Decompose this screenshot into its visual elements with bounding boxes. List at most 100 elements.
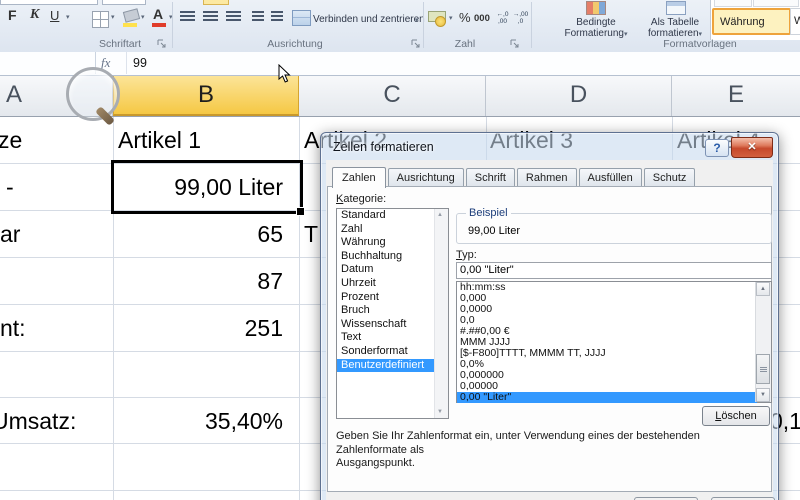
tab-rahmen[interactable]: Rahmen: [516, 168, 577, 187]
tab-zahlen[interactable]: Zahlen: [332, 167, 386, 188]
cell-a-row3[interactable]: ar: [0, 221, 20, 248]
fill-color-icon[interactable]: [122, 8, 141, 23]
cell-style-currency[interactable]: Währung: [712, 8, 791, 35]
align-center-icon[interactable]: [203, 11, 218, 23]
column-header-c[interactable]: C: [299, 75, 486, 116]
merge-center-dropdown-icon[interactable]: ▾: [415, 16, 419, 24]
formula-input[interactable]: 99: [133, 56, 147, 70]
excel-window: F K U ▾ ▾ ▾ A ▾ Schriftart Verbinden und…: [0, 0, 800, 500]
borders-icon[interactable]: [92, 11, 109, 28]
format-item[interactable]: 0,0%: [457, 359, 771, 370]
type-input[interactable]: 0,00 "Liter": [456, 262, 772, 279]
number-format-dropdown-icon[interactable]: ▾: [449, 14, 453, 22]
format-item[interactable]: [$-F800]TTTT, MMMM TT, JJJJ: [457, 348, 771, 359]
gallery-item-partial[interactable]: [753, 0, 799, 7]
alignment-dialog-launcher-icon[interactable]: [411, 39, 421, 49]
decrease-decimal-icon[interactable]: →,00,0: [512, 9, 529, 29]
category-scrollbar[interactable]: ▲ ▼: [434, 209, 448, 418]
tab-ausrichtung[interactable]: Ausrichtung: [387, 168, 464, 187]
italic-button[interactable]: K: [30, 7, 39, 23]
scroll-down-icon[interactable]: ▼: [437, 409, 443, 415]
format-item[interactable]: 0,000000: [457, 370, 771, 381]
scrollbar-thumb[interactable]: [756, 354, 770, 384]
format-as-table-button[interactable]: Als Tabelle formatieren▾: [634, 17, 716, 40]
font-dialog-launcher-icon[interactable]: [157, 39, 167, 49]
format-item[interactable]: 0,0000: [457, 304, 771, 315]
dialog-close-button[interactable]: ✕: [731, 137, 773, 158]
scroll-down-button[interactable]: ▼: [756, 388, 770, 402]
conditional-formatting-icon[interactable]: [586, 1, 606, 15]
decrease-indent-icon[interactable]: [252, 11, 264, 23]
delete-button[interactable]: Löschen: [702, 406, 770, 426]
number-dialog-launcher-icon[interactable]: [510, 39, 520, 49]
merge-center-icon[interactable]: [292, 10, 311, 26]
column-header-d[interactable]: D: [486, 75, 672, 116]
conditional-dropdown-icon: ▾: [623, 31, 628, 38]
category-item[interactable]: Prozent: [337, 291, 448, 305]
fill-color-bar[interactable]: [123, 23, 137, 27]
group-divider: [172, 2, 173, 48]
category-item[interactable]: Buchhaltung: [337, 250, 448, 264]
fill-color-dropdown-icon[interactable]: ▾: [141, 13, 145, 21]
underline-dropdown-icon[interactable]: ▾: [66, 13, 70, 21]
format-scrollbar[interactable]: ▲ ▼: [755, 282, 771, 402]
category-item[interactable]: Bruch: [337, 304, 448, 318]
column-header-b[interactable]: B: [113, 75, 299, 116]
format-item-selected[interactable]: 0,00 "Liter": [457, 392, 757, 403]
ribbon: F K U ▾ ▾ ▾ A ▾ Schriftart Verbinden und…: [0, 0, 800, 53]
dialog-help-button[interactable]: ?: [705, 139, 729, 157]
merge-center-button[interactable]: Verbinden und zentrieren: [313, 14, 425, 25]
scroll-up-button[interactable]: ▲: [756, 282, 770, 296]
cell-style-currency-2[interactable]: Wäh: [790, 8, 800, 35]
category-item-selected[interactable]: Benutzerdefiniert: [337, 358, 448, 373]
increase-indent-icon[interactable]: [271, 11, 283, 23]
cell-b7[interactable]: 35,40%: [113, 408, 291, 435]
as-table-dropdown-icon: ▾: [698, 31, 703, 38]
borders-dropdown-icon[interactable]: ▾: [111, 13, 115, 21]
cell-c3[interactable]: T: [304, 221, 318, 248]
category-item[interactable]: Zahl: [337, 223, 448, 237]
category-item[interactable]: Uhrzeit: [337, 277, 448, 291]
format-item[interactable]: hh:mm:ss: [457, 282, 771, 293]
comma-style-button[interactable]: 000: [474, 13, 490, 24]
tab-schutz[interactable]: Schutz: [643, 168, 696, 187]
font-color-bar[interactable]: [152, 23, 166, 27]
cell-b5[interactable]: 251: [113, 315, 291, 342]
bold-button[interactable]: F: [8, 7, 17, 23]
cell-b3[interactable]: 65: [113, 221, 291, 248]
cell-a-row2[interactable]: -: [6, 174, 14, 201]
category-item[interactable]: Wissenschaft: [337, 318, 448, 332]
increase-decimal-icon[interactable]: ←,0,00: [494, 9, 511, 29]
category-item[interactable]: Datum: [337, 263, 448, 277]
active-cell-border[interactable]: [111, 160, 305, 216]
align-right-icon[interactable]: [226, 11, 241, 23]
number-format-coin-icon[interactable]: [435, 16, 446, 27]
format-listbox[interactable]: hh:mm:ss 0,000 0,0000 0,0 #.##0,00 € MMM…: [456, 281, 772, 403]
align-left-icon[interactable]: [180, 11, 195, 23]
cell-a-row7[interactable]: Umsatz:: [0, 408, 76, 435]
cell-a-row1[interactable]: ze: [0, 127, 22, 154]
active-align-button[interactable]: [203, 0, 229, 5]
gallery-item-partial[interactable]: [714, 0, 752, 7]
cell-a-row5[interactable]: nt:: [0, 315, 26, 342]
cell-b4[interactable]: 87: [113, 268, 291, 295]
font-size-box[interactable]: [102, 0, 146, 5]
font-name-box[interactable]: [0, 0, 98, 5]
tab-ausfuellen[interactable]: Ausfüllen: [578, 168, 642, 187]
fill-handle[interactable]: [296, 207, 305, 216]
category-item[interactable]: Standard: [337, 209, 448, 223]
category-item[interactable]: Währung: [337, 236, 448, 250]
category-listbox[interactable]: Standard Zahl Währung Buchhaltung Datum …: [336, 208, 449, 419]
percent-style-button[interactable]: %: [459, 10, 471, 25]
category-item[interactable]: Sonderformat: [337, 345, 448, 359]
cell-b1[interactable]: Artikel 1: [118, 127, 201, 154]
format-item[interactable]: 0,000: [457, 293, 771, 304]
font-color-button[interactable]: A: [153, 6, 163, 22]
scroll-up-icon[interactable]: ▲: [437, 212, 443, 218]
tab-schrift[interactable]: Schrift: [465, 168, 515, 187]
underline-button[interactable]: U: [50, 8, 59, 23]
format-as-table-icon[interactable]: [666, 1, 686, 15]
category-item[interactable]: Text: [337, 331, 448, 345]
column-header-e[interactable]: E: [672, 75, 800, 116]
mouse-cursor: [278, 64, 291, 83]
